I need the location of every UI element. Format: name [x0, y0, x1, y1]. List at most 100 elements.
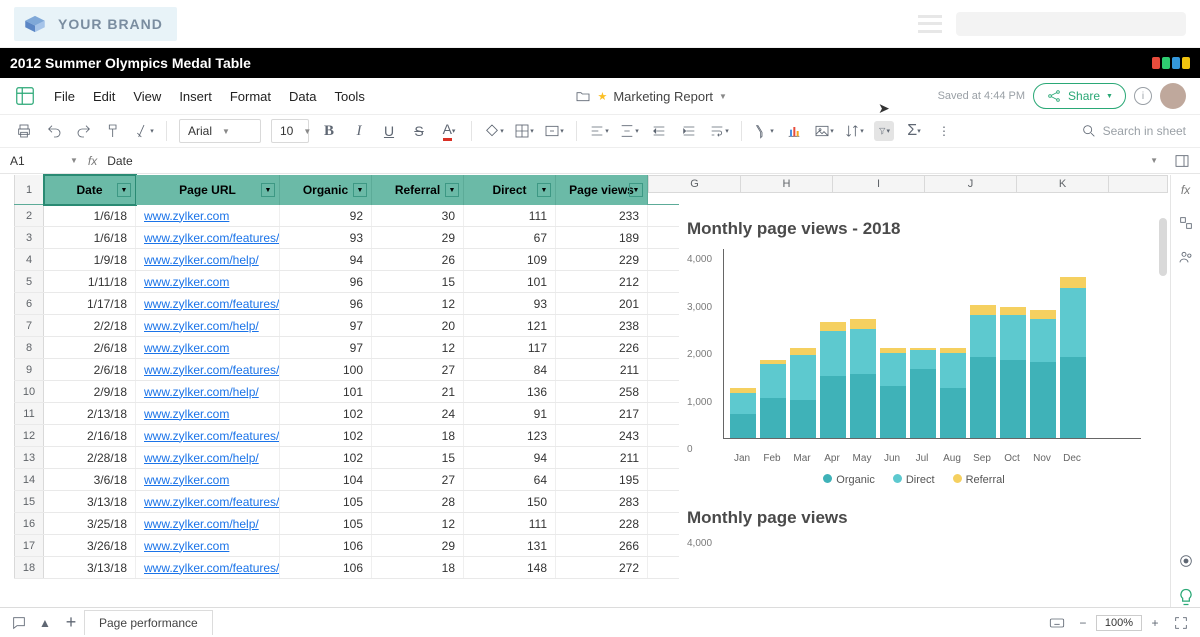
- comments-button[interactable]: [6, 612, 32, 634]
- zoom-level[interactable]: 100%: [1096, 615, 1142, 631]
- sidebar-toggle-icon[interactable]: [1174, 153, 1190, 169]
- row-number[interactable]: 14: [14, 469, 44, 490]
- sheet-tab[interactable]: Page performance: [84, 610, 213, 635]
- chevron-down-icon[interactable]: ▼: [70, 156, 78, 165]
- table-row[interactable]: 173/26/18www.zylker.com10629131266: [14, 535, 679, 557]
- menu-file[interactable]: File: [54, 89, 75, 104]
- conditional-format-button[interactable]: ▾: [754, 121, 774, 141]
- brand-logo[interactable]: YOUR BRAND: [14, 7, 177, 41]
- table-row[interactable]: 72/2/18www.zylker.com/help/9720121238: [14, 315, 679, 337]
- col-header-K[interactable]: K: [1017, 176, 1109, 192]
- doc-switcher[interactable]: ★ Marketing Report ▼: [575, 88, 727, 104]
- fx-sidebar-icon[interactable]: fx: [1181, 183, 1190, 197]
- record-icon[interactable]: [1178, 553, 1194, 569]
- v-align-button[interactable]: ▾: [619, 121, 639, 141]
- keyboard-button[interactable]: [1044, 612, 1070, 634]
- clear-format-button[interactable]: ▾: [134, 121, 154, 141]
- menu-insert[interactable]: Insert: [179, 89, 212, 104]
- cell-reference-input[interactable]: [10, 154, 60, 168]
- table-row[interactable]: 102/9/18www.zylker.com/help/10121136258: [14, 381, 679, 403]
- menu-data[interactable]: Data: [289, 89, 316, 104]
- font-family-select[interactable]: Arial▼: [179, 119, 261, 143]
- row-number[interactable]: 18: [14, 557, 44, 578]
- hamburger-icon[interactable]: [918, 15, 942, 33]
- table-row[interactable]: 61/17/18www.zylker.com/features/96129320…: [14, 293, 679, 315]
- filter-dropdown-icon[interactable]: ▼: [537, 183, 551, 197]
- menu-edit[interactable]: Edit: [93, 89, 115, 104]
- row-number[interactable]: 17: [14, 535, 44, 556]
- merge-cells-button[interactable]: ▾: [544, 121, 564, 141]
- table-row[interactable]: 31/6/18www.zylker.com/features/932967189: [14, 227, 679, 249]
- row-number[interactable]: 3: [14, 227, 44, 248]
- table-row[interactable]: 82/6/18www.zylker.com9712117226: [14, 337, 679, 359]
- table-row[interactable]: 112/13/18www.zylker.com1022491217: [14, 403, 679, 425]
- table-row[interactable]: 92/6/18www.zylker.com/features/100278421…: [14, 359, 679, 381]
- undo-button[interactable]: [44, 121, 64, 141]
- col-header-H[interactable]: H: [741, 176, 833, 192]
- menu-format[interactable]: Format: [230, 89, 271, 104]
- font-size-select[interactable]: 10▼: [271, 119, 309, 143]
- underline-button[interactable]: U: [379, 121, 399, 141]
- h-align-button[interactable]: ▾: [589, 121, 609, 141]
- print-button[interactable]: [14, 121, 34, 141]
- filter-dropdown-icon[interactable]: ▼: [261, 183, 275, 197]
- row-number[interactable]: 13: [14, 447, 44, 468]
- filter-dropdown-icon[interactable]: ▼: [353, 183, 367, 197]
- row-number[interactable]: 11: [14, 403, 44, 424]
- row-number[interactable]: 1: [14, 175, 44, 204]
- table-row[interactable]: 153/13/18www.zylker.com/features/1052815…: [14, 491, 679, 513]
- format-painter-button[interactable]: [104, 121, 124, 141]
- filter-dropdown-icon[interactable]: ▼: [117, 183, 131, 197]
- info-button[interactable]: i: [1134, 87, 1152, 105]
- table-row[interactable]: 132/28/18www.zylker.com/help/1021594211: [14, 447, 679, 469]
- table-row[interactable]: 143/6/18www.zylker.com1042764195: [14, 469, 679, 491]
- row-number[interactable]: 16: [14, 513, 44, 534]
- zoom-out-button[interactable]: −: [1070, 612, 1096, 634]
- row-number[interactable]: 10: [14, 381, 44, 402]
- insert-chart-button[interactable]: [784, 121, 804, 141]
- share-button[interactable]: Share ▼: [1033, 83, 1126, 109]
- bulb-icon[interactable]: [1176, 587, 1196, 607]
- expand-formula-icon[interactable]: ▼: [1150, 156, 1158, 165]
- zoom-in-button[interactable]: +: [1142, 612, 1168, 634]
- row-number[interactable]: 6: [14, 293, 44, 314]
- user-avatar[interactable]: [1160, 83, 1186, 109]
- indent-button[interactable]: [679, 121, 699, 141]
- row-number[interactable]: 5: [14, 271, 44, 292]
- table-row[interactable]: 51/11/18www.zylker.com9615101212: [14, 271, 679, 293]
- search-sheet[interactable]: Search in sheet: [1081, 123, 1186, 139]
- formula-value[interactable]: Date: [107, 154, 1140, 168]
- filter-dropdown-icon[interactable]: ▼: [629, 183, 643, 197]
- fill-color-button[interactable]: ▾: [484, 121, 504, 141]
- borders-button[interactable]: ▾: [514, 121, 534, 141]
- italic-button[interactable]: I: [349, 121, 369, 141]
- filter-dropdown-icon[interactable]: ▼: [445, 183, 459, 197]
- fx-icon[interactable]: fx: [88, 154, 97, 168]
- menu-tools[interactable]: Tools: [334, 89, 364, 104]
- row-number[interactable]: 4: [14, 249, 44, 270]
- filter-button[interactable]: ▾: [874, 121, 894, 141]
- grid-scrollbar[interactable]: [1159, 218, 1167, 276]
- col-header-J[interactable]: J: [925, 176, 1017, 192]
- table-row[interactable]: 122/16/18www.zylker.com/features/1021812…: [14, 425, 679, 447]
- row-number[interactable]: 12: [14, 425, 44, 446]
- redo-button[interactable]: [74, 121, 94, 141]
- sheets-up-button[interactable]: ▲: [32, 612, 58, 634]
- spreadsheet-icon[interactable]: [14, 85, 36, 107]
- table-row[interactable]: 21/6/18www.zylker.com9230111233: [14, 205, 679, 227]
- row-number[interactable]: 15: [14, 491, 44, 512]
- table-row[interactable]: 183/13/18www.zylker.com/features/1061814…: [14, 557, 679, 579]
- collab-icon[interactable]: [1178, 249, 1194, 265]
- strikethrough-button[interactable]: S: [409, 121, 429, 141]
- outdent-button[interactable]: [649, 121, 669, 141]
- insert-image-button[interactable]: ▾: [814, 121, 834, 141]
- sort-button[interactable]: ▾: [844, 121, 864, 141]
- table-row[interactable]: 163/25/18www.zylker.com/help/10512111228: [14, 513, 679, 535]
- add-sheet-button[interactable]: +: [58, 612, 84, 634]
- col-header-I[interactable]: I: [833, 176, 925, 192]
- wrap-text-button[interactable]: ▾: [709, 121, 729, 141]
- bold-button[interactable]: B: [319, 121, 339, 141]
- row-number[interactable]: 7: [14, 315, 44, 336]
- menu-view[interactable]: View: [133, 89, 161, 104]
- functions-button[interactable]: Σ▾: [904, 121, 924, 141]
